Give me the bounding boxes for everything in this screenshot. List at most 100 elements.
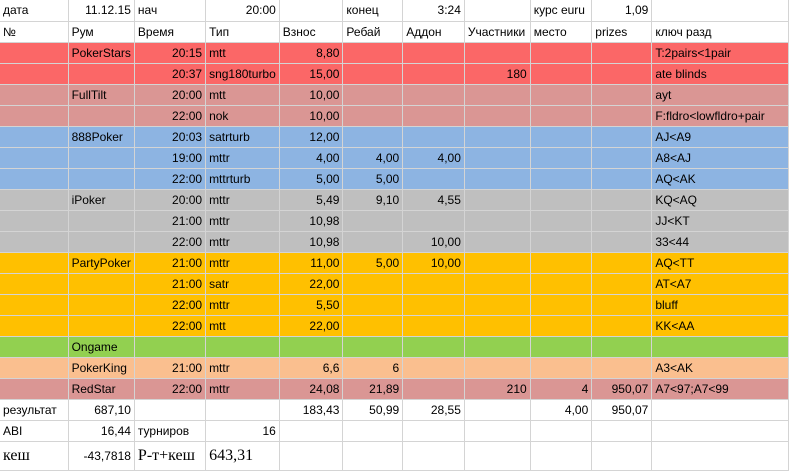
sheet-cell[interactable]: 21:00 — [134, 357, 207, 379]
sheet-cell[interactable] — [0, 63, 69, 85]
sheet-cell[interactable] — [464, 420, 531, 442]
sheet-cell[interactable]: 9,10 — [342, 189, 404, 211]
sheet-cell[interactable] — [464, 126, 531, 148]
sheet-cell[interactable] — [0, 231, 69, 253]
sheet-cell[interactable]: 8,80 — [279, 42, 344, 64]
sheet-cell[interactable] — [464, 399, 531, 421]
sheet-cell[interactable]: 28,55 — [402, 399, 465, 421]
sheet-cell[interactable]: 16 — [205, 420, 280, 442]
sheet-cell[interactable]: 21:00 — [134, 252, 207, 274]
sheet-cell[interactable] — [591, 357, 653, 379]
sheet-cell[interactable]: нач — [134, 0, 207, 22]
sheet-cell[interactable]: Участники — [464, 21, 531, 43]
sheet-cell[interactable]: 22:00 — [134, 231, 207, 253]
sheet-cell[interactable] — [651, 336, 789, 358]
sheet-cell[interactable]: Взнос — [279, 21, 344, 43]
sheet-cell[interactable] — [0, 189, 69, 211]
sheet-cell[interactable]: кеш — [0, 441, 69, 471]
sheet-cell[interactable] — [591, 315, 653, 337]
sheet-cell[interactable]: A3<AK — [651, 357, 789, 379]
sheet-cell[interactable] — [342, 420, 404, 442]
sheet-cell[interactable] — [464, 189, 531, 211]
sheet-cell[interactable] — [342, 231, 404, 253]
sheet-cell[interactable] — [68, 105, 135, 127]
sheet-cell[interactable] — [342, 294, 404, 316]
sheet-cell[interactable] — [591, 336, 653, 358]
sheet-cell[interactable]: 5,00 — [342, 168, 404, 190]
sheet-cell[interactable]: конец — [342, 0, 404, 22]
sheet-cell[interactable] — [591, 42, 653, 64]
sheet-cell[interactable] — [530, 252, 593, 274]
sheet-cell[interactable]: 10,00 — [402, 231, 465, 253]
sheet-cell[interactable]: iPoker — [68, 189, 135, 211]
sheet-cell[interactable]: 10,98 — [279, 231, 344, 253]
sheet-cell[interactable]: 20:15 — [134, 42, 207, 64]
sheet-cell[interactable]: satrturb — [205, 126, 280, 148]
sheet-cell[interactable] — [591, 84, 653, 106]
sheet-cell[interactable] — [530, 441, 593, 471]
sheet-cell[interactable]: mttrturb — [205, 168, 280, 190]
sheet-cell[interactable] — [530, 315, 593, 337]
sheet-cell[interactable] — [402, 84, 465, 106]
sheet-cell[interactable] — [591, 147, 653, 169]
sheet-cell[interactable]: 6 — [342, 357, 404, 379]
sheet-cell[interactable]: 19:00 — [134, 147, 207, 169]
sheet-cell[interactable]: ayt — [651, 84, 789, 106]
sheet-cell[interactable] — [651, 399, 789, 421]
sheet-cell[interactable] — [0, 252, 69, 274]
sheet-cell[interactable] — [402, 378, 465, 400]
sheet-cell[interactable] — [68, 315, 135, 337]
sheet-cell[interactable] — [279, 0, 344, 22]
sheet-cell[interactable]: 15,00 — [279, 63, 344, 85]
sheet-cell[interactable] — [464, 231, 531, 253]
sheet-cell[interactable]: 1,09 — [591, 0, 653, 22]
sheet-cell[interactable] — [402, 294, 465, 316]
sheet-cell[interactable]: 50,99 — [342, 399, 404, 421]
sheet-cell[interactable] — [402, 105, 465, 127]
sheet-cell[interactable] — [0, 336, 69, 358]
sheet-cell[interactable] — [402, 315, 465, 337]
sheet-cell[interactable] — [464, 147, 531, 169]
sheet-cell[interactable] — [342, 441, 404, 471]
sheet-cell[interactable] — [530, 336, 593, 358]
sheet-cell[interactable]: 22,00 — [279, 315, 344, 337]
sheet-cell[interactable] — [279, 336, 344, 358]
sheet-cell[interactable]: PartyPoker — [68, 252, 135, 274]
sheet-cell[interactable]: sng180turbo — [205, 63, 280, 85]
sheet-cell[interactable] — [0, 168, 69, 190]
sheet-cell[interactable] — [342, 126, 404, 148]
sheet-cell[interactable] — [591, 126, 653, 148]
sheet-cell[interactable]: 6,6 — [279, 357, 344, 379]
sheet-cell[interactable] — [530, 105, 593, 127]
sheet-cell[interactable]: Ребай — [342, 21, 404, 43]
sheet-cell[interactable]: ABI — [0, 420, 69, 442]
sheet-cell[interactable] — [342, 273, 404, 295]
sheet-cell[interactable] — [402, 126, 465, 148]
sheet-cell[interactable] — [464, 0, 531, 22]
sheet-cell[interactable] — [464, 84, 531, 106]
sheet-cell[interactable]: № — [0, 21, 69, 43]
sheet-cell[interactable] — [530, 147, 593, 169]
sheet-cell[interactable]: -43,7818 — [68, 441, 135, 471]
sheet-cell[interactable]: KQ<AQ — [651, 189, 789, 211]
sheet-cell[interactable]: KK<AA — [651, 315, 789, 337]
sheet-cell[interactable]: 4 — [530, 378, 593, 400]
sheet-cell[interactable]: 20:00 — [134, 84, 207, 106]
sheet-cell[interactable] — [591, 210, 653, 232]
sheet-cell[interactable]: 5,00 — [279, 168, 344, 190]
sheet-cell[interactable]: prizes — [591, 21, 653, 43]
sheet-cell[interactable] — [591, 189, 653, 211]
sheet-cell[interactable]: 687,10 — [68, 399, 135, 421]
sheet-cell[interactable]: Ongame — [68, 336, 135, 358]
sheet-cell[interactable] — [68, 294, 135, 316]
sheet-cell[interactable]: mttr — [205, 378, 280, 400]
sheet-cell[interactable]: bluff — [651, 294, 789, 316]
sheet-cell[interactable] — [464, 105, 531, 127]
sheet-cell[interactable]: 20:00 — [134, 189, 207, 211]
sheet-cell[interactable]: 4,00 — [530, 399, 593, 421]
sheet-cell[interactable] — [342, 84, 404, 106]
sheet-cell[interactable] — [0, 357, 69, 379]
sheet-cell[interactable] — [591, 252, 653, 274]
sheet-cell[interactable] — [342, 315, 404, 337]
sheet-cell[interactable] — [591, 273, 653, 295]
